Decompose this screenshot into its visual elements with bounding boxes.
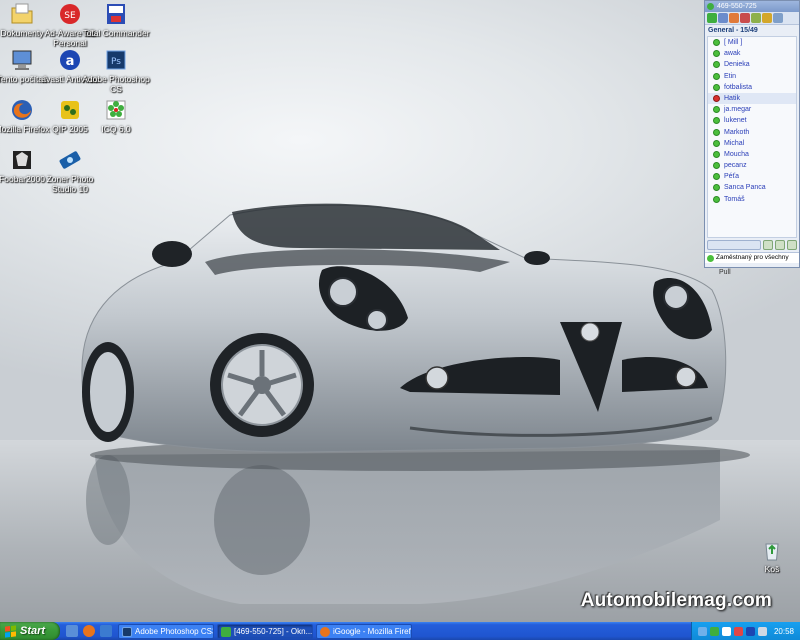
icq-title-text: 469-550-725 [717,3,757,10]
list-item[interactable]: Michal [708,138,796,149]
icq-tray-icon[interactable] [709,626,719,636]
avast-icon[interactable] [745,626,755,636]
icq-window[interactable]: 469-550-725 General - 15/49 [ Mill ] awa… [704,0,800,268]
list-item[interactable]: ja.megar [708,104,796,115]
list-item[interactable]: Tomáš [708,194,796,205]
list-item[interactable]: pecanz [708,160,796,171]
online-status-icon [707,255,714,262]
icq-main-button[interactable] [707,240,761,250]
list-item[interactable]: fotbalista [708,82,796,93]
taskbar-item-icq[interactable]: [469-550-725] - Okn... [217,623,313,639]
list-item[interactable]: awak [708,48,796,59]
desktop-icon-photoshop[interactable]: Ps Adobe Photoshop CS [82,48,150,94]
documents-folder-icon [11,3,33,24]
system-tray: 20:58 [690,622,800,640]
online-status-icon [713,72,720,80]
desktop-icon-icq[interactable]: ICQ 6.0 [82,98,150,134]
desktop-icon-zoner[interactable]: Zoner Photo Studio 10 [36,148,104,194]
icq-flower-icon [707,3,714,10]
taskbar-item-photoshop[interactable]: Adobe Photoshop CS3 [118,623,214,639]
online-status-icon [713,184,720,192]
list-item[interactable]: Sanca Panca [708,182,796,193]
media-icon[interactable] [100,625,112,637]
alert-icon[interactable] [740,13,750,23]
taskbar-item-firefox[interactable]: iGoogle - Mozilla Firefox [316,623,412,639]
online-status-icon [713,106,720,114]
status-icon[interactable] [707,13,717,23]
online-status-icon [713,39,720,46]
list-item[interactable]: Péťa [708,171,796,182]
foobar-icon [13,151,31,169]
clock[interactable]: 20:58 [774,627,794,636]
network-icon[interactable] [697,626,707,636]
history-icon[interactable] [773,13,783,23]
online-status-icon [713,139,720,147]
contact-list: [ Mill ] awak Denieka Etin fotbalista Ha… [707,36,797,238]
settings-icon[interactable] [762,13,772,23]
online-status-icon [713,128,720,136]
list-item[interactable]: [ Mill ] [708,37,796,48]
zoner-icon [59,151,81,169]
watermark-text: Automobilemag.com [580,590,772,611]
svg-text:Ps: Ps [111,57,121,67]
avast-icon: a [60,50,80,70]
show-desktop-icon[interactable] [66,625,78,637]
recycle-bin-icon [765,543,779,561]
online-status-icon [713,83,720,91]
list-item[interactable]: Moucha [708,149,796,160]
search-icon[interactable] [729,13,739,23]
icq-title-bar[interactable]: 469-550-725 [705,1,799,12]
adaware-icon: SE [60,4,80,24]
photoshop-icon [122,626,132,637]
online-status-icon [713,61,720,69]
list-item[interactable]: Markoth [708,127,796,138]
start-button[interactable]: Start [0,622,60,640]
help-icon[interactable] [787,240,797,250]
svg-text:a: a [66,54,75,69]
menu-icon[interactable] [718,13,728,23]
windows-logo-icon [5,624,16,638]
online-status-icon [713,117,720,125]
quick-launch [60,622,118,640]
find-icon[interactable] [775,240,785,250]
firefox-icon [320,626,330,637]
total-commander-icon [107,4,125,24]
my-computer-icon [12,50,32,70]
add-contact-icon[interactable] [763,240,773,250]
icq-icon [221,626,231,637]
list-item[interactable]: lukenet [708,115,796,126]
desktop-icon-recycle-bin[interactable]: Koš [738,538,800,574]
icq-bottom-bar [705,238,799,252]
firefox-icon[interactable] [83,625,95,637]
svg-text:SE: SE [64,11,76,21]
contacts-icon[interactable] [751,13,761,23]
volume-icon[interactable] [757,626,767,636]
qip-icon [61,101,79,119]
online-status-icon [713,150,720,158]
online-status-icon [713,50,720,58]
list-item[interactable]: Hatik [708,92,796,105]
online-status-icon [713,195,720,203]
antivirus-icon[interactable] [733,626,743,636]
heart-icon [713,94,720,102]
icq-icon [106,100,126,120]
desktop-icon-total-commander[interactable]: Total Commander [82,2,150,38]
icq-underlabel: Pull [719,269,731,276]
taskbar: Start Adobe Photoshop CS3 [469-550-725] … [0,622,800,640]
contact-group-header[interactable]: General - 15/49 [705,25,799,36]
online-status-icon [713,162,720,170]
icq-toolbar [705,12,799,25]
status-selector[interactable]: Zaměstnaný pro všechny [705,252,799,263]
firefox-icon [12,100,32,120]
list-item[interactable]: Denieka [708,59,796,70]
photoshop-icon: Ps [106,50,126,70]
language-flag-icon[interactable] [721,626,731,636]
online-status-icon [713,173,720,181]
list-item[interactable]: Etin [708,71,796,82]
